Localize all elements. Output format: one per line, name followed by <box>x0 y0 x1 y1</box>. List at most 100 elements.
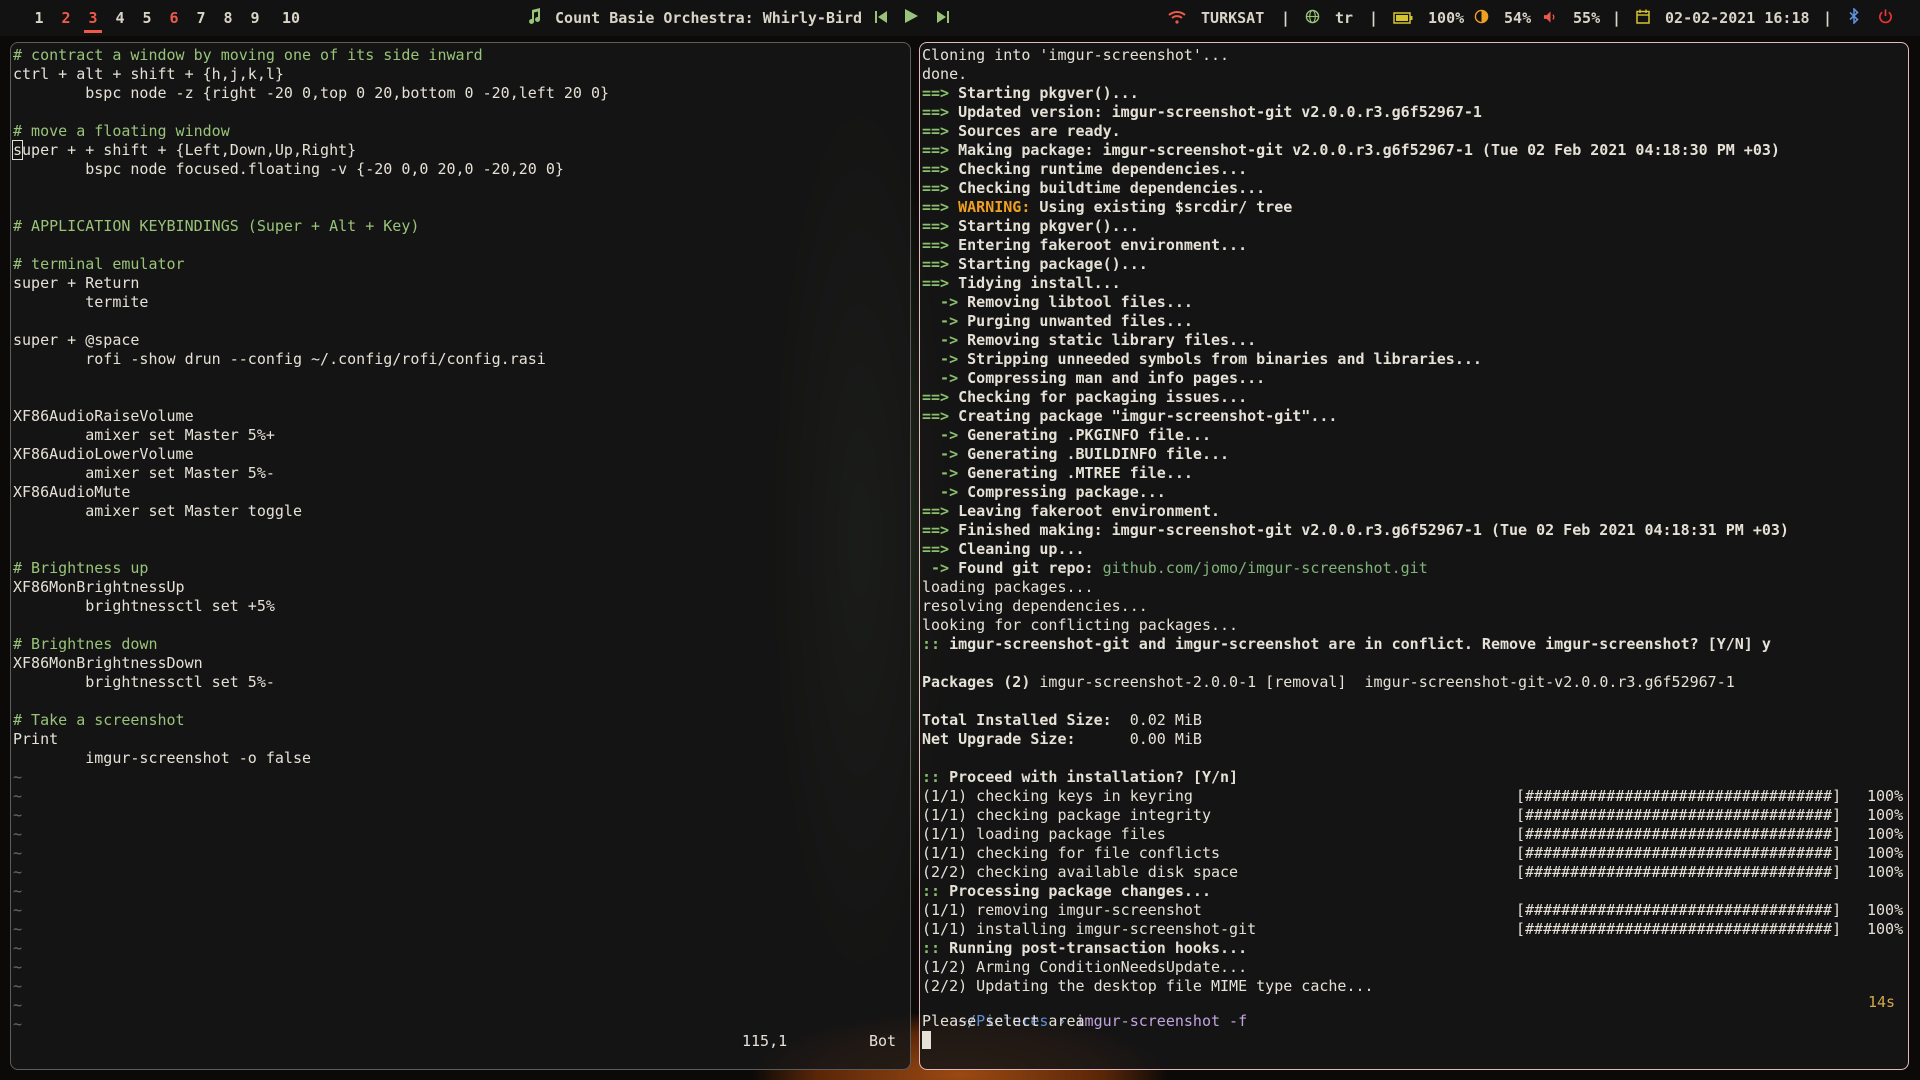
bluetooth-icon <box>1848 1 1860 37</box>
code-line: super + Return <box>13 274 140 292</box>
wifi-status[interactable]: TURKSAT <box>1168 0 1264 36</box>
progress-bar: [##################################] <box>1516 920 1842 938</box>
terminal-line: (1/1) checking package integrity <box>922 806 1211 824</box>
date-time: 02-02-2021 16:18 <box>1665 9 1810 27</box>
separator: | <box>1823 9 1833 27</box>
arrow-marker: ==> <box>922 122 950 140</box>
message-text: Checking for packaging issues... <box>949 388 1248 406</box>
bluetooth-button[interactable] <box>1848 0 1860 36</box>
terminal-line: ==> Making package: imgur-screenshot-git… <box>922 141 1780 160</box>
workspace-7[interactable]: 7 <box>190 0 212 36</box>
output-line: Please select area <box>922 1012 1085 1030</box>
message-label: Total Installed Size: <box>922 711 1112 729</box>
progress-percent: 100% <box>1867 844 1904 862</box>
terminal-line: Net Upgrade Size: 0.00 MiB <box>922 730 1202 749</box>
terminal-line: ==> Starting package()... <box>922 255 1148 274</box>
message-text: Making package: imgur-screenshot-git v2.… <box>949 141 1780 159</box>
code-line: ctrl + alt + shift + {h,j,k,l} <box>13 65 284 83</box>
terminal-line: ==> Sources are ready. <box>922 122 1121 141</box>
scroll-position: Bot <box>869 1032 897 1050</box>
empty-line-marker: ~ <box>13 844 23 862</box>
workspace-3[interactable]: 3 <box>82 0 104 36</box>
message-text: Proceed with installation? [Y/n] <box>940 768 1239 786</box>
terminal-input[interactable] <box>922 1031 931 1050</box>
message-text: Checking buildtime dependencies... <box>949 179 1266 197</box>
progress-bar: [##################################] <box>1516 844 1842 862</box>
play-button[interactable] <box>903 0 919 36</box>
message-text: 0.02 MiB <box>1111 711 1202 729</box>
media-player[interactable]: Count Basie Orchestra: Whirly-Bird <box>526 0 862 36</box>
brightness-level: 54% <box>1504 9 1532 27</box>
terminal-line: -> Generating .PKGINFO file... <box>922 426 1211 445</box>
terminal-line: (1/2) Arming ConditionNeedsUpdate... <box>922 958 1248 976</box>
empty-line-marker: ~ <box>13 768 23 786</box>
workspace-4[interactable]: 4 <box>109 0 131 36</box>
keyboard-layout[interactable]: tr <box>1305 0 1353 36</box>
terminal-line: Cloning into 'imgur-screenshot'... <box>922 46 1230 64</box>
code-line: brightnessctl set 5%- <box>13 673 275 691</box>
workspace-2[interactable]: 2 <box>55 0 77 36</box>
terminal-line: -> Compressing package... <box>922 483 1166 502</box>
workspace-10[interactable]: 10 <box>276 0 306 36</box>
workspace-5[interactable]: 5 <box>136 0 158 36</box>
workspace-1[interactable]: 1 <box>28 0 50 36</box>
empty-line-marker: ~ <box>13 939 23 957</box>
message-text: imgur-screenshot-git and imgur-screensho… <box>940 635 1771 653</box>
message-text: Entering fakeroot environment... <box>949 236 1248 254</box>
terminal-line: -> Removing libtool files... <box>922 293 1193 312</box>
message-text: Tidying install... <box>949 274 1121 292</box>
terminal-window[interactable]: Cloning into 'imgur-screenshot'... done. =… <box>919 42 1909 1070</box>
arrow-marker: -> <box>922 293 959 311</box>
arrow-marker: ==> <box>922 179 950 197</box>
workspace-8[interactable]: 8 <box>217 0 239 36</box>
workspace-9[interactable]: 9 <box>244 0 266 36</box>
code-line: XF86AudioMute <box>13 483 131 501</box>
code-line: bspc node focused.floating -v {-20 0,0 2… <box>13 160 564 178</box>
code-line: super + + shift + {Left,Down,Up,Right} <box>11 140 356 160</box>
code-line: amixer set Master toggle <box>13 502 302 520</box>
keyboard-layout-label: tr <box>1335 9 1354 27</box>
play-icon <box>903 1 919 37</box>
message-text: Found git repo: <box>949 559 1103 577</box>
arrow-marker: :: <box>922 768 941 786</box>
power-button[interactable] <box>1878 0 1893 36</box>
prev-track-button[interactable] <box>874 0 888 36</box>
message-label: Net Upgrade Size: <box>922 730 1076 748</box>
terminal-line: looking for conflicting packages... <box>922 616 1239 634</box>
progress-percent: 100% <box>1867 863 1904 881</box>
warning-label: WARNING: <box>949 198 1031 216</box>
repo-url: github.com/jomo/imgur-screenshot.git <box>1102 559 1428 577</box>
terminal-line: (1/1) removing imgur-screenshot <box>922 901 1202 919</box>
message-text: Sources are ready. <box>949 122 1121 140</box>
arrow-marker: -> <box>922 312 959 330</box>
message-text: Purging unwanted files... <box>958 312 1193 330</box>
terminal-line: Total Installed Size: 0.02 MiB <box>922 711 1202 730</box>
brightness-status[interactable]: 54% <box>1474 0 1531 36</box>
arrow-marker: ==> <box>922 540 950 558</box>
terminal-line: -> Generating .MTREE file... <box>922 464 1193 483</box>
terminal-line: :: Proceed with installation? [Y/n] <box>922 768 1238 787</box>
next-track-button[interactable] <box>936 0 950 36</box>
text-cursor <box>922 1031 931 1049</box>
terminal-line: ==> WARNING: Using existing $srcdir/ tre… <box>922 198 1292 217</box>
message-text: Finished making: imgur-screenshot-git v2… <box>949 521 1789 539</box>
terminal-line: resolving dependencies... <box>922 597 1148 615</box>
workspace-6[interactable]: 6 <box>163 0 185 36</box>
progress-percent: 100% <box>1867 825 1904 843</box>
arrow-marker: ==> <box>922 255 950 273</box>
code-comment: # Brightness up <box>13 559 149 577</box>
progress-bar: [##################################] <box>1516 787 1842 805</box>
separator: | <box>1612 9 1622 27</box>
clock[interactable]: 02-02-2021 16:18 <box>1636 0 1810 36</box>
message-text: Starting pkgver()... <box>949 217 1139 235</box>
now-playing-title: Count Basie Orchestra: Whirly-Bird <box>555 9 863 27</box>
terminal-line: -> Generating .BUILDINFO file... <box>922 445 1229 464</box>
arrow-marker: -> <box>922 331 959 349</box>
arrow-marker: ==> <box>922 198 950 216</box>
progress-bar: [##################################] <box>1516 825 1842 843</box>
volume-status[interactable]: 55% <box>1543 0 1600 36</box>
terminal-line: :: imgur-screenshot-git and imgur-screen… <box>922 635 1771 654</box>
editor-window[interactable]: # contract a window by moving one of its… <box>10 42 911 1070</box>
progress-percent: 100% <box>1867 920 1904 938</box>
message-text: Creating package "imgur-screenshot-git".… <box>949 407 1338 425</box>
